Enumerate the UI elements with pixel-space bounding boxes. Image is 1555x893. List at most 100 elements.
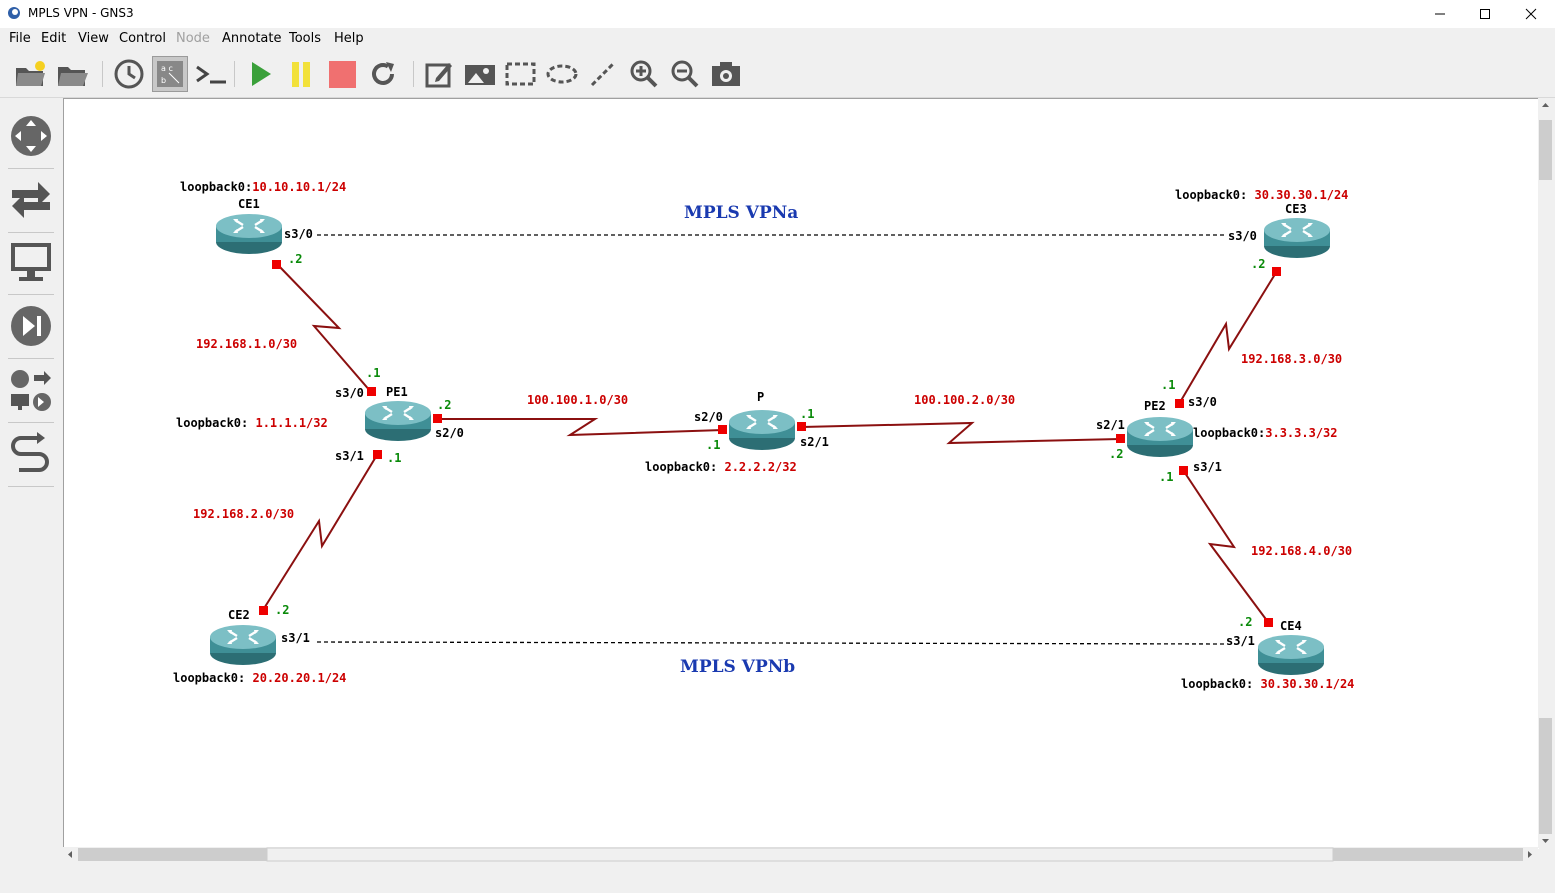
menu-help[interactable]: Help	[334, 31, 364, 46]
browse-all-devices-button[interactable]	[6, 364, 56, 416]
vertical-scroll-thumb[interactable]	[1539, 120, 1552, 180]
router-name-pe2: PE2	[1144, 399, 1166, 413]
port-ce1-s30	[272, 260, 281, 269]
menu-annotate[interactable]: Annotate	[222, 31, 281, 46]
snapshot-button[interactable]	[111, 56, 147, 92]
topology-diagram: CE1 CE2 CE3 CE4 PE1 PE2 P loopback0:10.1…	[173, 180, 1354, 691]
open-project-icon	[58, 67, 88, 86]
new-project-button[interactable]	[12, 56, 48, 92]
menu-tools[interactable]: Tools	[289, 31, 321, 46]
port-pe1-s31	[373, 450, 382, 459]
draw-line-button[interactable]	[585, 56, 621, 92]
menu-node: Node	[176, 31, 210, 46]
router-ce3[interactable]	[1262, 216, 1332, 260]
router-pe2[interactable]	[1125, 415, 1195, 459]
browse-security-devices-icon	[11, 306, 51, 346]
router-ce4[interactable]	[1256, 633, 1326, 677]
browse-security-devices-button[interactable]	[6, 300, 56, 352]
console-icon	[196, 65, 226, 84]
new-project-icon	[16, 61, 45, 86]
host-p-right: .1	[800, 407, 814, 421]
iface-ce4-s31: s3/1	[1226, 634, 1255, 648]
vertical-scrollbar[interactable]	[1538, 98, 1553, 848]
port-pe2-s30	[1175, 399, 1184, 408]
suspend-all-button[interactable]	[283, 56, 319, 92]
link-pe2-ce3[interactable]	[1178, 270, 1278, 405]
port-p-s21	[797, 422, 806, 431]
menu-view[interactable]: View	[78, 31, 109, 46]
browse-all-devices-icon	[11, 370, 51, 411]
subnet-ce4-pe2: 192.168.4.0/30	[1251, 544, 1352, 558]
minimize-button[interactable]	[1417, 0, 1463, 28]
host-ce3: .2	[1251, 257, 1265, 271]
browse-routers-button[interactable]	[6, 110, 56, 162]
show-interface-labels-button[interactable]: a c b	[152, 56, 188, 92]
draw-rectangle-button[interactable]	[503, 56, 539, 92]
menu-file[interactable]: File	[9, 31, 31, 46]
loopback-ce3: loopback0: 30.30.30.1/24	[1175, 188, 1348, 202]
browse-switches-button[interactable]	[6, 174, 56, 226]
loopback-pe1: loopback0: 1.1.1.1/32	[176, 416, 328, 430]
router-name-ce2: CE2	[228, 608, 250, 622]
insert-image-icon	[465, 65, 495, 85]
zoom-out-icon	[671, 60, 699, 88]
router-name-p: P	[757, 390, 764, 404]
iface-pe2-s31: s3/1	[1193, 460, 1222, 474]
gns3-app-icon	[8, 7, 20, 19]
add-note-icon	[425, 63, 452, 88]
router-ce2[interactable]	[208, 623, 278, 667]
router-pe1[interactable]	[363, 399, 433, 443]
status-bar	[0, 863, 1555, 893]
screenshot-icon	[712, 62, 740, 86]
link-pe1-ce2[interactable]	[262, 454, 378, 611]
reload-all-button[interactable]	[365, 56, 401, 92]
subnet-p-pe2: 100.100.2.0/30	[914, 393, 1015, 407]
device-sidebar	[0, 98, 62, 863]
maximize-button[interactable]	[1462, 0, 1508, 28]
browse-end-devices-button[interactable]	[6, 236, 56, 288]
horizontal-scroll-thumb[interactable]	[266, 847, 1334, 862]
vpn-a-label[interactable]: MPLS VPNa	[684, 203, 798, 223]
scroll-up-arrow-icon[interactable]	[1542, 103, 1549, 107]
host-pe2-top: .1	[1161, 378, 1175, 392]
router-ce1[interactable]	[214, 212, 284, 256]
host-p-left: .1	[706, 438, 720, 452]
scroll-down-arrow-icon[interactable]	[1542, 839, 1549, 843]
iface-pe1-s30: s3/0	[335, 386, 364, 400]
console-all-button[interactable]	[193, 56, 229, 92]
browse-routers-icon	[11, 116, 51, 156]
browse-switches-icon	[12, 182, 50, 218]
link-p-pe2[interactable]	[801, 421, 1121, 445]
zoom-in-button[interactable]	[626, 56, 662, 92]
link-pe1-p[interactable]	[437, 418, 724, 437]
topology-canvas[interactable]: CE1 CE2 CE3 CE4 PE1 PE2 P loopback0:10.1…	[63, 98, 1539, 849]
loopback-ce1: loopback0:10.10.10.1/24	[180, 180, 346, 194]
zoom-out-button[interactable]	[667, 56, 703, 92]
loopback-ce4: loopback0: 30.30.30.1/24	[1181, 677, 1354, 691]
add-note-button[interactable]	[421, 56, 457, 92]
horizontal-scrollbar[interactable]	[63, 847, 1538, 862]
vpn-b-label[interactable]: MPLS VPNb	[680, 657, 795, 677]
loopback-pe2: loopback0:3.3.3.3/32	[1193, 426, 1338, 440]
insert-picture-button[interactable]	[462, 56, 498, 92]
link-ce1-pe1[interactable]	[276, 263, 372, 393]
screenshot-button[interactable]	[708, 56, 744, 92]
scroll-left-arrow-icon[interactable]	[68, 851, 72, 858]
subnet-ce1-pe1: 192.168.1.0/30	[196, 337, 297, 351]
title-bar: MPLS VPN - GNS3	[0, 0, 1555, 28]
add-link-button[interactable]	[6, 428, 56, 480]
close-button[interactable]	[1508, 0, 1554, 28]
router-p[interactable]	[727, 408, 797, 452]
draw-ellipse-button[interactable]	[544, 56, 580, 92]
open-project-button[interactable]	[54, 56, 90, 92]
start-all-button[interactable]	[242, 56, 278, 92]
browse-end-devices-icon	[11, 243, 51, 281]
stop-all-button[interactable]	[324, 56, 360, 92]
iface-ce3-s30: s3/0	[1228, 229, 1257, 243]
zoom-in-icon	[630, 60, 658, 88]
scroll-right-arrow-icon[interactable]	[1528, 851, 1532, 858]
host-pe1-bottom: .1	[387, 451, 401, 465]
menu-control[interactable]: Control	[119, 31, 166, 46]
menu-edit[interactable]: Edit	[41, 31, 66, 46]
iface-pe1-s20: s2/0	[435, 426, 464, 440]
